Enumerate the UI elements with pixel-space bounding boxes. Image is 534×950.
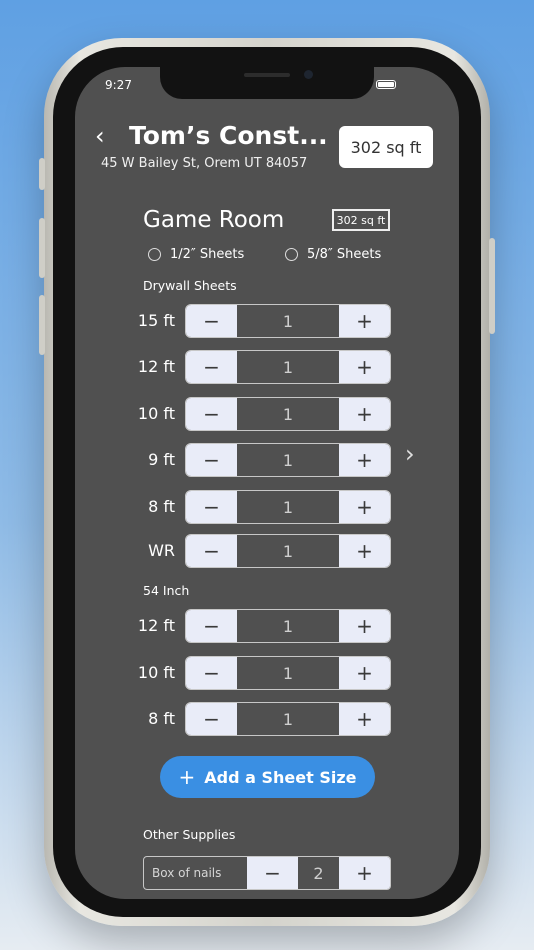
radio-label: 1/2″ Sheets [170, 247, 245, 262]
other-supplies-label: Other Supplies [143, 827, 236, 842]
decrement-button[interactable]: − [186, 491, 237, 523]
volume-down-button [39, 295, 45, 355]
front-camera [304, 70, 313, 79]
back-chevron-icon[interactable]: ‹ [95, 121, 105, 151]
sheet-row-15ft: 15 ft − 1 + [75, 304, 459, 338]
increment-button[interactable]: + [339, 610, 390, 642]
sheet-row-8ft: 8 ft − 1 + [75, 490, 459, 524]
quantity-value[interactable]: 1 [237, 491, 339, 523]
decrement-button[interactable]: − [186, 444, 237, 476]
add-sheet-size-button[interactable]: + Add a Sheet Size [160, 756, 375, 798]
sheet-size-label: 10 ft [137, 404, 175, 423]
decrement-button[interactable]: − [186, 703, 237, 735]
quantity-stepper: − 1 + [185, 702, 391, 736]
sheet-size-label: 12 ft [137, 357, 175, 376]
increment-button[interactable]: + [339, 444, 390, 476]
inch54-row-12ft: 12 ft − 1 + [75, 609, 459, 643]
quantity-value[interactable]: 1 [237, 610, 339, 642]
radio-circle-icon [148, 248, 161, 261]
decrement-button[interactable]: − [186, 535, 237, 567]
increment-button[interactable]: + [339, 491, 390, 523]
quantity-stepper: − 1 + [185, 350, 391, 384]
sheet-size-label: 12 ft [137, 616, 175, 635]
quantity-stepper: − 1 + [185, 656, 391, 690]
quantity-value[interactable]: 1 [237, 305, 339, 337]
plus-icon: + [178, 765, 196, 789]
sheet-row-wr: WR − 1 + [75, 534, 459, 568]
decrement-button[interactable]: − [186, 351, 237, 383]
project-sqft-badge: 302 sq ft [339, 126, 433, 168]
quantity-value[interactable]: 1 [237, 535, 339, 567]
increment-button[interactable]: + [339, 703, 390, 735]
project-address: 45 W Bailey St, Orem UT 84057 [101, 156, 308, 171]
quantity-stepper: − 1 + [185, 609, 391, 643]
drywall-sheets-label: Drywall Sheets [143, 278, 237, 293]
notch [160, 67, 374, 99]
power-button [489, 238, 495, 334]
supply-row-box-of-nails: Box of nails − 2 + [143, 856, 391, 890]
quantity-value[interactable]: 1 [237, 703, 339, 735]
radio-five-eighths-sheets[interactable]: 5/8″ Sheets [285, 247, 381, 262]
increment-button[interactable]: + [339, 535, 390, 567]
quantity-value[interactable]: 1 [237, 351, 339, 383]
sheet-row-9ft: 9 ft − 1 + [75, 443, 459, 477]
sheet-size-label: WR [148, 541, 175, 560]
speaker-grille [244, 73, 290, 77]
quantity-value[interactable]: 1 [237, 398, 339, 430]
radio-circle-icon [285, 248, 298, 261]
decrement-button[interactable]: − [186, 610, 237, 642]
mute-switch [39, 158, 45, 190]
sheet-row-12ft: 12 ft − 1 + [75, 350, 459, 384]
quantity-stepper: − 1 + [185, 534, 391, 568]
increment-button[interactable]: + [339, 398, 390, 430]
room-sqft-badge: 302 sq ft [332, 209, 390, 231]
quantity-stepper: − 1 + [185, 397, 391, 431]
battery-icon [376, 80, 396, 89]
inch54-row-10ft: 10 ft − 1 + [75, 656, 459, 690]
add-sheet-size-label: Add a Sheet Size [204, 767, 357, 787]
sheet-size-label: 15 ft [137, 311, 175, 330]
increment-button[interactable]: + [339, 857, 390, 889]
increment-button[interactable]: + [339, 305, 390, 337]
decrement-button[interactable]: − [186, 657, 237, 689]
inch54-row-8ft: 8 ft − 1 + [75, 702, 459, 736]
decrement-button[interactable]: − [186, 305, 237, 337]
quantity-stepper: − 1 + [185, 304, 391, 338]
increment-button[interactable]: + [339, 657, 390, 689]
quantity-value[interactable]: 1 [237, 657, 339, 689]
volume-up-button [39, 218, 45, 278]
project-title: Tom’s Const... [129, 121, 328, 150]
radio-label: 5/8″ Sheets [307, 247, 382, 262]
quantity-stepper: − 1 + [185, 490, 391, 524]
sheet-size-label: 8 ft [148, 709, 175, 728]
quantity-stepper: − 1 + [185, 443, 391, 477]
app-screen: 9:27 ‹ Tom’s Const... 45 W Bailey St, Or… [75, 67, 459, 899]
radio-half-inch-sheets[interactable]: 1/2″ Sheets [148, 247, 244, 262]
status-time: 9:27 [105, 78, 132, 92]
room-name: Game Room [143, 207, 285, 233]
sheet-size-label: 10 ft [137, 663, 175, 682]
quantity-value[interactable]: 2 [298, 857, 339, 889]
sheet-size-label: 8 ft [148, 497, 175, 516]
inch54-label: 54 Inch [143, 583, 190, 598]
decrement-button[interactable]: − [247, 857, 298, 889]
supply-name[interactable]: Box of nails [144, 857, 247, 889]
sheet-row-10ft: 10 ft − 1 + [75, 397, 459, 431]
decrement-button[interactable]: − [186, 398, 237, 430]
increment-button[interactable]: + [339, 351, 390, 383]
sheet-size-label: 9 ft [148, 450, 175, 469]
quantity-value[interactable]: 1 [237, 444, 339, 476]
chevron-right-icon[interactable]: › [405, 440, 415, 468]
